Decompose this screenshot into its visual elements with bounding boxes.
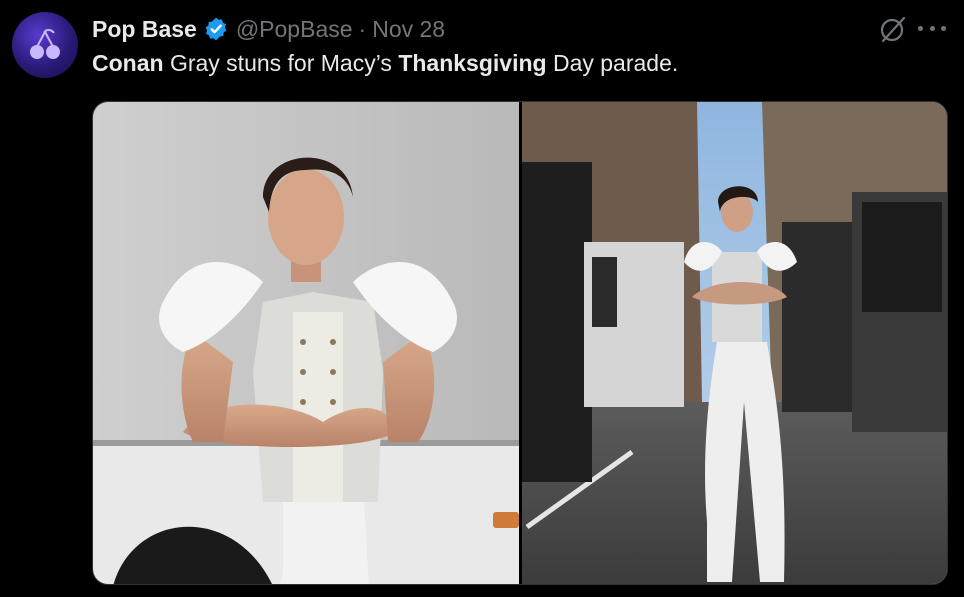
separator-dot: · <box>358 15 367 42</box>
grok-icon[interactable] <box>878 14 908 44</box>
tweet-text-bold-holiday: Thanksgiving <box>398 50 547 76</box>
tweet-header: Pop Base @PopBase · Nov 28 <box>92 14 944 44</box>
tweet-date[interactable]: Nov 28 <box>372 16 445 43</box>
media-grid <box>92 101 948 585</box>
photo-right[interactable] <box>522 102 947 584</box>
cherry-logo-icon <box>30 28 60 59</box>
tweet-text-part: Day parade. <box>546 50 679 76</box>
avatar[interactable] <box>12 12 78 78</box>
author-name[interactable]: Pop Base <box>92 16 197 43</box>
author-handle[interactable]: @PopBase <box>236 16 353 43</box>
tweet-text-part: Gray stuns for Macy’s <box>163 50 399 76</box>
tweet-text: Conan Gray stuns for Macy’s Thanksgiving… <box>92 50 678 77</box>
more-options-icon[interactable] <box>918 26 946 34</box>
verified-badge-icon[interactable] <box>203 16 229 42</box>
tweet-text-bold-name: Conan <box>92 50 164 76</box>
photo-left[interactable] <box>93 102 519 584</box>
